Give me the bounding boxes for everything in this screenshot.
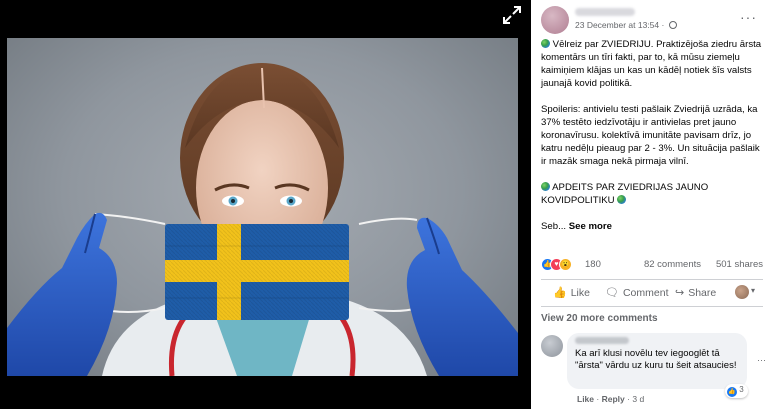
post-meta: 23 December at 13:54 · — [575, 20, 677, 30]
like-button[interactable]: 👍 Like — [553, 286, 590, 299]
like-reaction-icon: 👍 — [727, 387, 737, 397]
globe-icon — [668, 21, 677, 29]
post-timestamp[interactable]: 23 December at 13:54 — [575, 20, 659, 30]
truncated-text: Seb... — [541, 221, 567, 232]
see-more-link[interactable]: See more — [569, 221, 612, 232]
post-header: 23 December at 13:54 · ··· — [541, 6, 763, 34]
avatar — [735, 285, 749, 299]
post-paragraph-4: Seb... See more — [541, 220, 765, 233]
more-dots-icon[interactable]: ··· — [757, 355, 766, 365]
shares-count[interactable]: 501 shares — [716, 259, 763, 270]
comment-like-link[interactable]: Like — [577, 394, 594, 404]
divider — [541, 279, 763, 280]
comment-reactions[interactable]: 👍 3 — [725, 384, 748, 398]
comment-age[interactable]: 3 d — [632, 394, 644, 404]
comment-reply-link[interactable]: Reply — [602, 394, 625, 404]
post-paragraph-3: APDEITS PAR ZVIEDRIJAS JAUNO KOVIDPOLITI… — [541, 182, 709, 206]
speech-bubble-icon: 🗨 — [605, 287, 619, 299]
divider — [541, 306, 763, 307]
post-paragraph-2: Spoileris: antivielu testi pašlaik Zvied… — [541, 104, 760, 167]
post-photo[interactable] — [7, 38, 518, 376]
photo-viewer — [0, 0, 531, 409]
post-paragraph-1: Vēlreiz par ZVIEDRIJU. Praktizējoša zied… — [541, 39, 762, 89]
share-button[interactable]: ↪ Share — [675, 286, 716, 299]
wow-reaction-icon: 😮 — [559, 258, 572, 271]
more-dots-icon[interactable]: ··· — [740, 10, 757, 24]
reactions-bar: 👍 ♥ 😮 180 82 comments 501 shares — [541, 258, 763, 272]
comments-count[interactable]: 82 comments — [644, 259, 701, 270]
earth-globe-icon — [541, 182, 550, 191]
view-more-comments-link[interactable]: View 20 more comments — [541, 313, 658, 324]
author-avatar[interactable] — [541, 6, 569, 34]
post-panel: 23 December at 13:54 · ··· Vēlreiz par Z… — [531, 0, 768, 409]
thumbs-up-icon: 👍 — [553, 287, 567, 299]
comment-bubble: Ka arī klusi novēlu tev iegooglēt tā "ār… — [567, 333, 747, 389]
meta-separator: · — [661, 20, 665, 30]
audience-selector[interactable]: ▾ — [735, 285, 761, 299]
comment-actions: Like · Reply · 3 d — [577, 394, 645, 404]
comment-text: Ka arī klusi novēlu tev iegooglēt tā "ār… — [575, 348, 737, 371]
chevron-down-icon: ▾ — [751, 286, 756, 295]
comment: Ka arī klusi novēlu tev iegooglēt tā "ār… — [541, 333, 766, 405]
commenter-avatar[interactable] — [541, 335, 563, 357]
photo-illustration — [7, 63, 518, 376]
reaction-count[interactable]: 180 — [585, 259, 601, 270]
commenter-name-blurred[interactable] — [575, 337, 629, 344]
post-text: Vēlreiz par ZVIEDRIJU. Praktizējoša zied… — [541, 38, 765, 246]
expand-icon[interactable] — [501, 4, 523, 26]
earth-globe-icon — [541, 39, 550, 48]
comment-button[interactable]: 🗨 Comment — [605, 286, 668, 299]
earth-globe-icon — [617, 195, 627, 204]
post-actions: 👍 Like 🗨 Comment ↪ Share ▾ — [541, 282, 763, 304]
share-arrow-icon: ↪ — [675, 287, 685, 299]
author-name-blurred[interactable] — [575, 8, 635, 16]
